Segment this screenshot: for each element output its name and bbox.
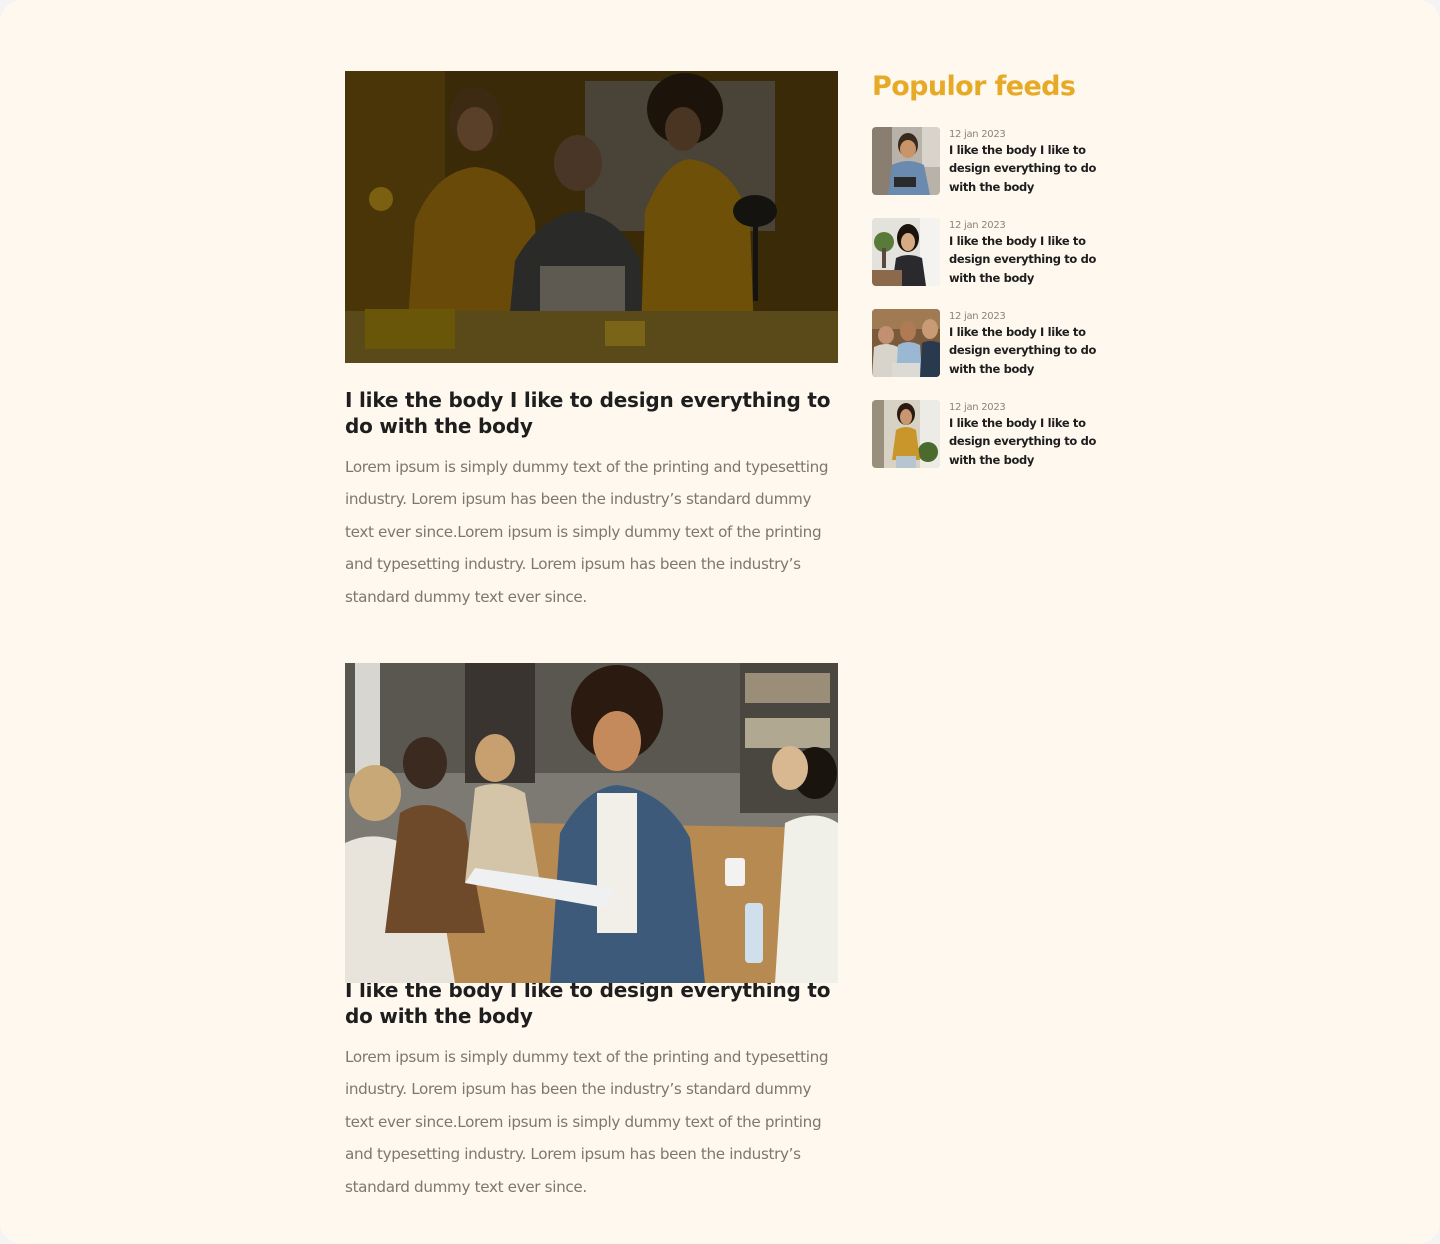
feed-item[interactable]: 12 jan 2023 I like the body I like to de… — [872, 218, 1112, 286]
feed-headline[interactable]: I like the body I like to design everyth… — [949, 232, 1109, 287]
feed-thumbnail[interactable] — [872, 400, 940, 468]
sidebar-title: Populor feeds — [872, 71, 1076, 102]
feed-item[interactable]: 12 jan 2023 I like the body I like to de… — [872, 309, 1112, 377]
feed-list: 12 jan 2023 I like the body I like to de… — [872, 127, 1112, 468]
article-card[interactable]: I like the body I like to design everyth… — [345, 71, 838, 613]
popular-feeds-sidebar: Populor feeds 12 jan 2023 I like the bod… — [872, 70, 1112, 491]
feed-date: 12 jan 2023 — [949, 402, 1006, 413]
article-image-office-meeting[interactable] — [345, 663, 838, 983]
feed-headline[interactable]: I like the body I like to design everyth… — [949, 414, 1109, 469]
blog-page: I like the body I like to design everyth… — [0, 0, 1440, 1244]
feed-item[interactable]: 12 jan 2023 I like the body I like to de… — [872, 400, 1112, 468]
article-title[interactable]: I like the body I like to design everyth… — [345, 977, 838, 1029]
feed-thumbnail[interactable] — [872, 309, 940, 377]
feed-item[interactable]: 12 jan 2023 I like the body I like to de… — [872, 127, 1112, 195]
feed-date: 12 jan 2023 — [949, 220, 1006, 231]
article-excerpt: Lorem ipsum is simply dummy text of the … — [345, 458, 829, 606]
feed-thumbnail[interactable] — [872, 127, 940, 195]
feed-headline[interactable]: I like the body I like to design everyth… — [949, 323, 1109, 378]
article-card[interactable]: I like the body I like to design everyth… — [345, 663, 838, 1203]
article-excerpt: Lorem ipsum is simply dummy text of the … — [345, 1048, 829, 1196]
article-image-team-photo[interactable] — [345, 71, 838, 363]
feed-thumbnail[interactable] — [872, 218, 940, 286]
feed-date: 12 jan 2023 — [949, 129, 1006, 140]
feed-date: 12 jan 2023 — [949, 311, 1006, 322]
article-title[interactable]: I like the body I like to design everyth… — [345, 387, 838, 439]
feed-headline[interactable]: I like the body I like to design everyth… — [949, 141, 1109, 196]
